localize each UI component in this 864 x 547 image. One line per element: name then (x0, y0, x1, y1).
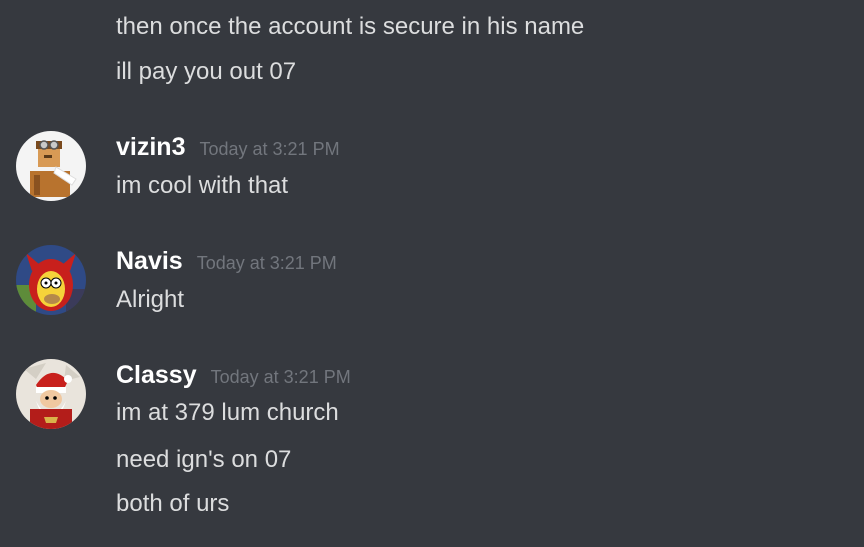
santa-avatar-icon[interactable] (16, 359, 86, 429)
message-text: both of urs (116, 490, 230, 517)
message-header: vizin3 Today at 3:21 PM (116, 132, 340, 162)
message-text: then once the account is secure in his n… (116, 13, 585, 40)
aviator-avatar-icon[interactable] (16, 131, 86, 201)
username[interactable]: Classy (116, 361, 197, 389)
username[interactable]: Navis (116, 247, 183, 275)
devil-homer-avatar-icon[interactable] (16, 245, 86, 315)
message-text: ill pay you out 07 (116, 58, 297, 85)
chat-messages: then once the account is secure in his n… (0, 0, 864, 547)
message-text: Alright (116, 286, 185, 313)
message-text: im at 379 lum church (116, 399, 339, 426)
message-header: Navis Today at 3:21 PM (116, 246, 337, 276)
timestamp: Today at 3:21 PM (196, 253, 337, 273)
message-header: Classy Today at 3:21 PM (116, 360, 351, 390)
message-text: im cool with that (116, 172, 289, 199)
timestamp: Today at 3:21 PM (199, 139, 340, 159)
message-text: need ign's on 07 (116, 446, 292, 473)
username[interactable]: vizin3 (116, 133, 185, 161)
timestamp: Today at 3:21 PM (210, 367, 351, 387)
